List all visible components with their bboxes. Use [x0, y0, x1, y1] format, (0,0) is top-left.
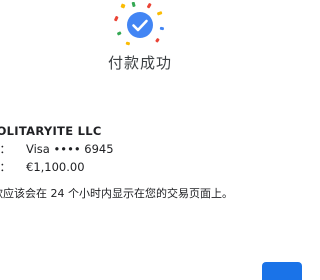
payment-method-row: 式： Visa •••• 6945: [0, 140, 114, 158]
payment-details: SOLITARYITE LLC 式： Visa •••• 6945 额： €1,10…: [0, 122, 114, 176]
primary-action-button[interactable]: [262, 262, 302, 280]
amount-value: €1,100.00: [26, 160, 85, 174]
success-graphic: [112, 1, 168, 52]
payment-method-value: Visa •••• 6945: [26, 142, 114, 156]
amount-row: 额： €1,100.00: [0, 158, 114, 176]
payment-method-label: 式：: [0, 142, 11, 156]
success-title: 付款成功: [107, 54, 172, 72]
amount-label: 额：: [0, 160, 11, 174]
payment-success-dialog: 付款成功 SOLITARYITE LLC 式： Visa •••• 6945 额：…: [0, 0, 302, 280]
merchant-name: SOLITARYITE LLC: [0, 124, 102, 138]
transaction-note: 款应该会在 24 个小时内显示在您的交易页面上。: [0, 187, 233, 200]
check-circle-icon: [127, 12, 153, 38]
